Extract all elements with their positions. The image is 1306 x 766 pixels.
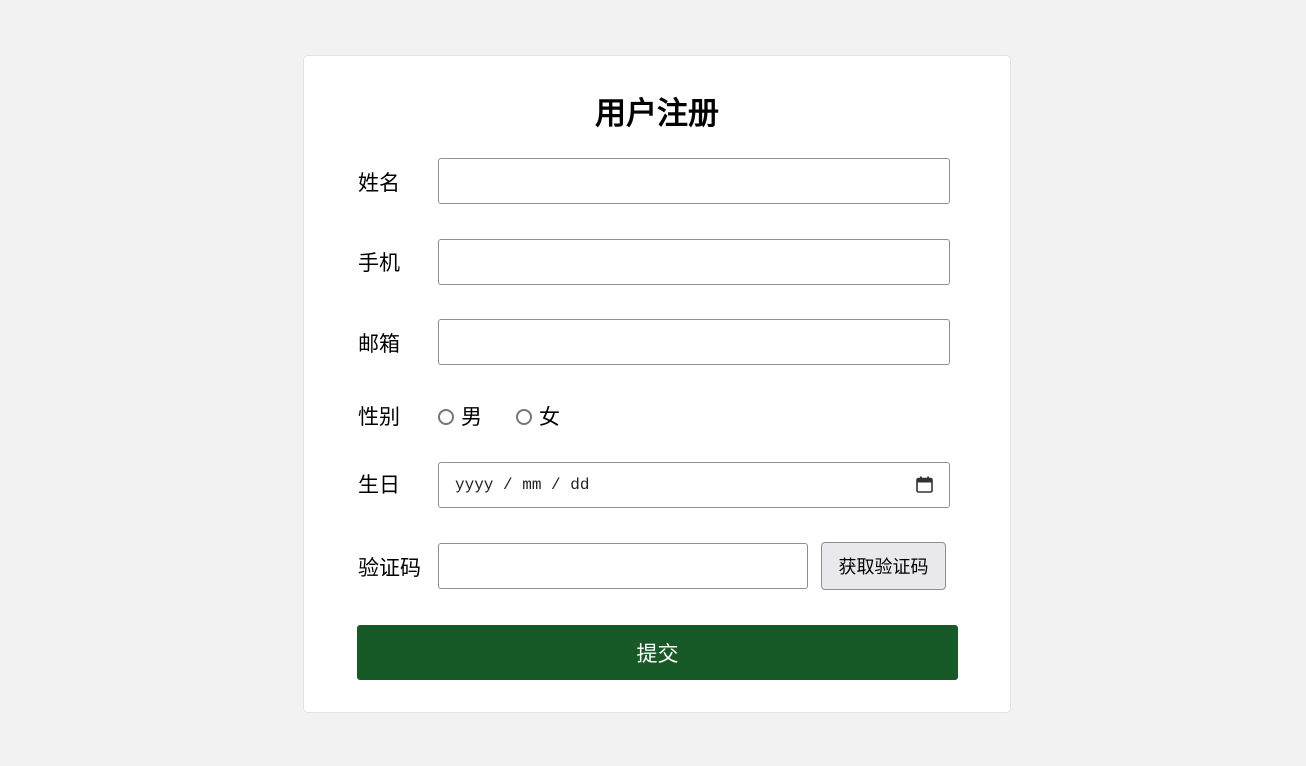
date-placeholder[interactable]: yyyy / mm / dd: [455, 463, 589, 507]
radio-button-male[interactable]: [438, 409, 454, 425]
phone-label: 手机: [358, 251, 400, 275]
gender-option-female-label: 女: [539, 405, 560, 429]
calendar-icon[interactable]: [916, 476, 933, 493]
gender-option-male[interactable]: 男: [438, 403, 482, 431]
form-title: 用户注册: [595, 96, 719, 132]
name-input[interactable]: [438, 158, 950, 204]
email-label: 邮箱: [358, 332, 400, 356]
get-captcha-button[interactable]: 获取验证码: [821, 542, 946, 590]
captcha-label: 验证码: [358, 556, 421, 580]
gender-radio-group: 男 女: [438, 403, 594, 431]
phone-input[interactable]: [438, 239, 950, 285]
captcha-input[interactable]: [438, 543, 808, 589]
gender-label: 性别: [358, 405, 400, 429]
name-label: 姓名: [358, 171, 400, 195]
gender-option-male-label: 男: [461, 405, 482, 429]
email-input[interactable]: [438, 319, 950, 365]
registration-card: 用户注册 姓名 手机 邮箱 性别 男 女 生日 yyyy / mm / dd 验…: [303, 55, 1011, 713]
radio-button-female[interactable]: [516, 409, 532, 425]
birthday-date-input[interactable]: yyyy / mm / dd: [438, 462, 950, 508]
gender-option-female[interactable]: 女: [516, 403, 560, 431]
submit-button[interactable]: 提交: [357, 625, 958, 680]
birthday-label: 生日: [358, 473, 400, 497]
